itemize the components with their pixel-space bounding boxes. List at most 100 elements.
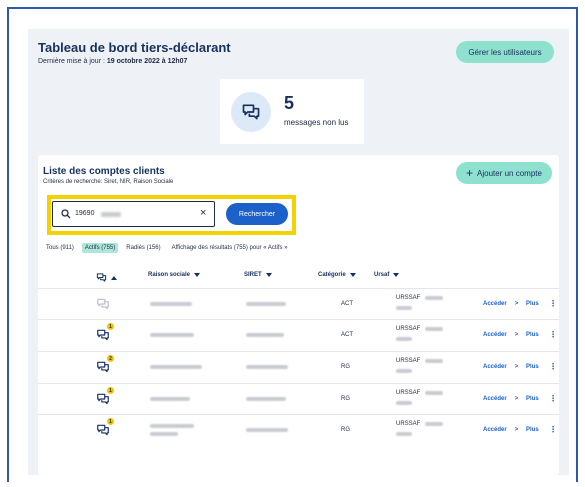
chevron-right-icon: > <box>514 301 519 307</box>
column-siret[interactable]: SIRET <box>244 272 272 278</box>
search-criteria: Critères de recherche: Siret, NIR, Raiso… <box>43 179 174 185</box>
message-icon[interactable] <box>96 423 110 437</box>
table-row: 1 RG URSSAF Accéder > Plus ⋮ <box>38 383 559 413</box>
urssaf-name-redacted <box>425 296 443 300</box>
accounts-list-card: Liste des comptes clients Critères de re… <box>38 155 559 475</box>
search-input[interactable]: 19690 × <box>52 201 215 227</box>
search-button[interactable]: Rechercher <box>226 203 288 225</box>
chevron-right-icon: > <box>514 332 519 338</box>
siret-redacted <box>246 428 288 432</box>
manage-users-button[interactable]: Gérer les utilisateurs <box>456 41 554 63</box>
filter-all[interactable]: Tous (911) <box>43 243 77 253</box>
access-label: Accéder <box>483 364 507 370</box>
access-link[interactable]: Accéder > <box>483 301 518 307</box>
filter-removed[interactable]: Radiés (156) <box>123 243 163 253</box>
chevron-right-icon: > <box>514 427 519 433</box>
message-icon[interactable] <box>96 328 110 342</box>
message-icon[interactable] <box>96 297 110 311</box>
category-cell: ACT <box>341 332 353 338</box>
message-icon[interactable] <box>96 392 110 406</box>
urssaf-cell: URSSAF <box>396 295 421 301</box>
access-link[interactable]: Accéder > <box>483 364 518 370</box>
unread-label: messages non lus <box>284 118 349 127</box>
category-cell: RG <box>341 396 350 402</box>
access-link[interactable]: Accéder > <box>483 396 518 402</box>
search-value: 19690 <box>75 210 95 217</box>
urssaf-name-redacted <box>425 422 443 426</box>
urssaf-name-redacted <box>425 391 443 395</box>
unread-badge: 1 <box>107 387 114 394</box>
more-vertical-icon[interactable]: ⋮ <box>549 426 557 434</box>
more-link[interactable]: Plus <box>526 332 539 338</box>
last-update: Dernière mise à jour : 19 octobre 2022 à… <box>38 58 187 65</box>
unread-messages-card[interactable]: 5 messages non lus <box>220 79 364 144</box>
siret-redacted <box>246 397 286 401</box>
search-value-redacted <box>101 212 121 217</box>
access-link[interactable]: Accéder > <box>483 332 518 338</box>
unread-badge: 2 <box>107 355 114 362</box>
access-label: Accéder <box>483 427 507 433</box>
column-category[interactable]: Catégorie <box>318 272 356 278</box>
chevron-down-icon <box>393 273 400 277</box>
more-link[interactable]: Plus <box>526 396 539 402</box>
access-label: Accéder <box>483 301 507 307</box>
column-urssaf[interactable]: Ursaf <box>374 272 400 278</box>
add-account-label: Ajouter un compte <box>477 168 542 178</box>
table-row: 1 RG URSSAF Accéder > Plus ⋮ <box>38 414 559 444</box>
urssaf-region-redacted <box>396 401 412 405</box>
urssaf-region-redacted <box>396 337 412 341</box>
unread-count: 5 <box>284 93 295 113</box>
plus-icon: + <box>466 166 474 180</box>
company-name-redacted <box>150 302 192 306</box>
unread-badge: 1 <box>107 418 114 425</box>
last-update-value: 19 octobre 2022 à 12h07 <box>106 58 188 65</box>
chevron-right-icon: > <box>514 396 519 402</box>
urssaf-region-redacted <box>396 306 412 310</box>
close-icon[interactable]: × <box>200 207 206 219</box>
more-vertical-icon[interactable]: ⋮ <box>549 300 557 308</box>
chevron-down-icon <box>194 273 201 277</box>
column-urssaf-label: Ursaf <box>374 272 390 278</box>
last-update-label: Dernière mise à jour : <box>38 58 105 65</box>
siret-redacted <box>246 365 288 369</box>
column-messages[interactable] <box>96 272 117 283</box>
category-cell: RG <box>341 427 350 433</box>
more-vertical-icon[interactable]: ⋮ <box>549 395 557 403</box>
category-cell: ACT <box>341 301 353 307</box>
urssaf-cell: URSSAF <box>396 390 421 396</box>
more-vertical-icon[interactable]: ⋮ <box>549 331 557 339</box>
add-account-button[interactable]: + Ajouter un compte <box>456 162 552 184</box>
urssaf-name-redacted <box>425 327 443 331</box>
page-title: Tableau de bord tiers-déclarant <box>38 40 231 55</box>
more-vertical-icon[interactable]: ⋮ <box>549 363 557 371</box>
siret-redacted <box>246 302 286 306</box>
urssaf-cell: URSSAF <box>396 326 421 332</box>
column-company[interactable]: Raison sociale <box>148 272 201 278</box>
more-link[interactable]: Plus <box>526 427 539 433</box>
more-link[interactable]: Plus <box>526 364 539 370</box>
more-link[interactable]: Plus <box>526 301 539 307</box>
company-name-redacted <box>150 333 194 337</box>
filter-active[interactable]: Actifs (755) <box>81 243 119 253</box>
access-label: Accéder <box>483 332 507 338</box>
company-name-redacted <box>150 424 194 428</box>
unread-badge: 1 <box>107 323 114 330</box>
accounts-title: Liste des comptes clients <box>43 166 165 177</box>
urssaf-name-redacted <box>425 359 443 363</box>
status-filters: Tous (911) Actifs (755) Radiés (156) Aff… <box>43 243 288 253</box>
company-name-redacted <box>150 365 202 369</box>
urssaf-region-redacted <box>396 432 412 436</box>
access-link[interactable]: Accéder > <box>483 427 518 433</box>
message-icon <box>96 273 107 282</box>
message-icon[interactable] <box>96 360 110 374</box>
column-company-label: Raison sociale <box>148 272 191 278</box>
column-siret-label: SIRET <box>244 272 262 278</box>
siret-redacted <box>246 333 284 337</box>
table-row: 2 RG URSSAF Accéder > Plus ⋮ <box>38 351 559 381</box>
urssaf-region-redacted <box>396 369 412 373</box>
urssaf-cell: URSSAF <box>396 358 421 364</box>
message-icon <box>242 104 260 120</box>
search-icon <box>61 209 71 219</box>
category-cell: RG <box>341 364 350 370</box>
chevron-down-icon <box>349 273 356 277</box>
